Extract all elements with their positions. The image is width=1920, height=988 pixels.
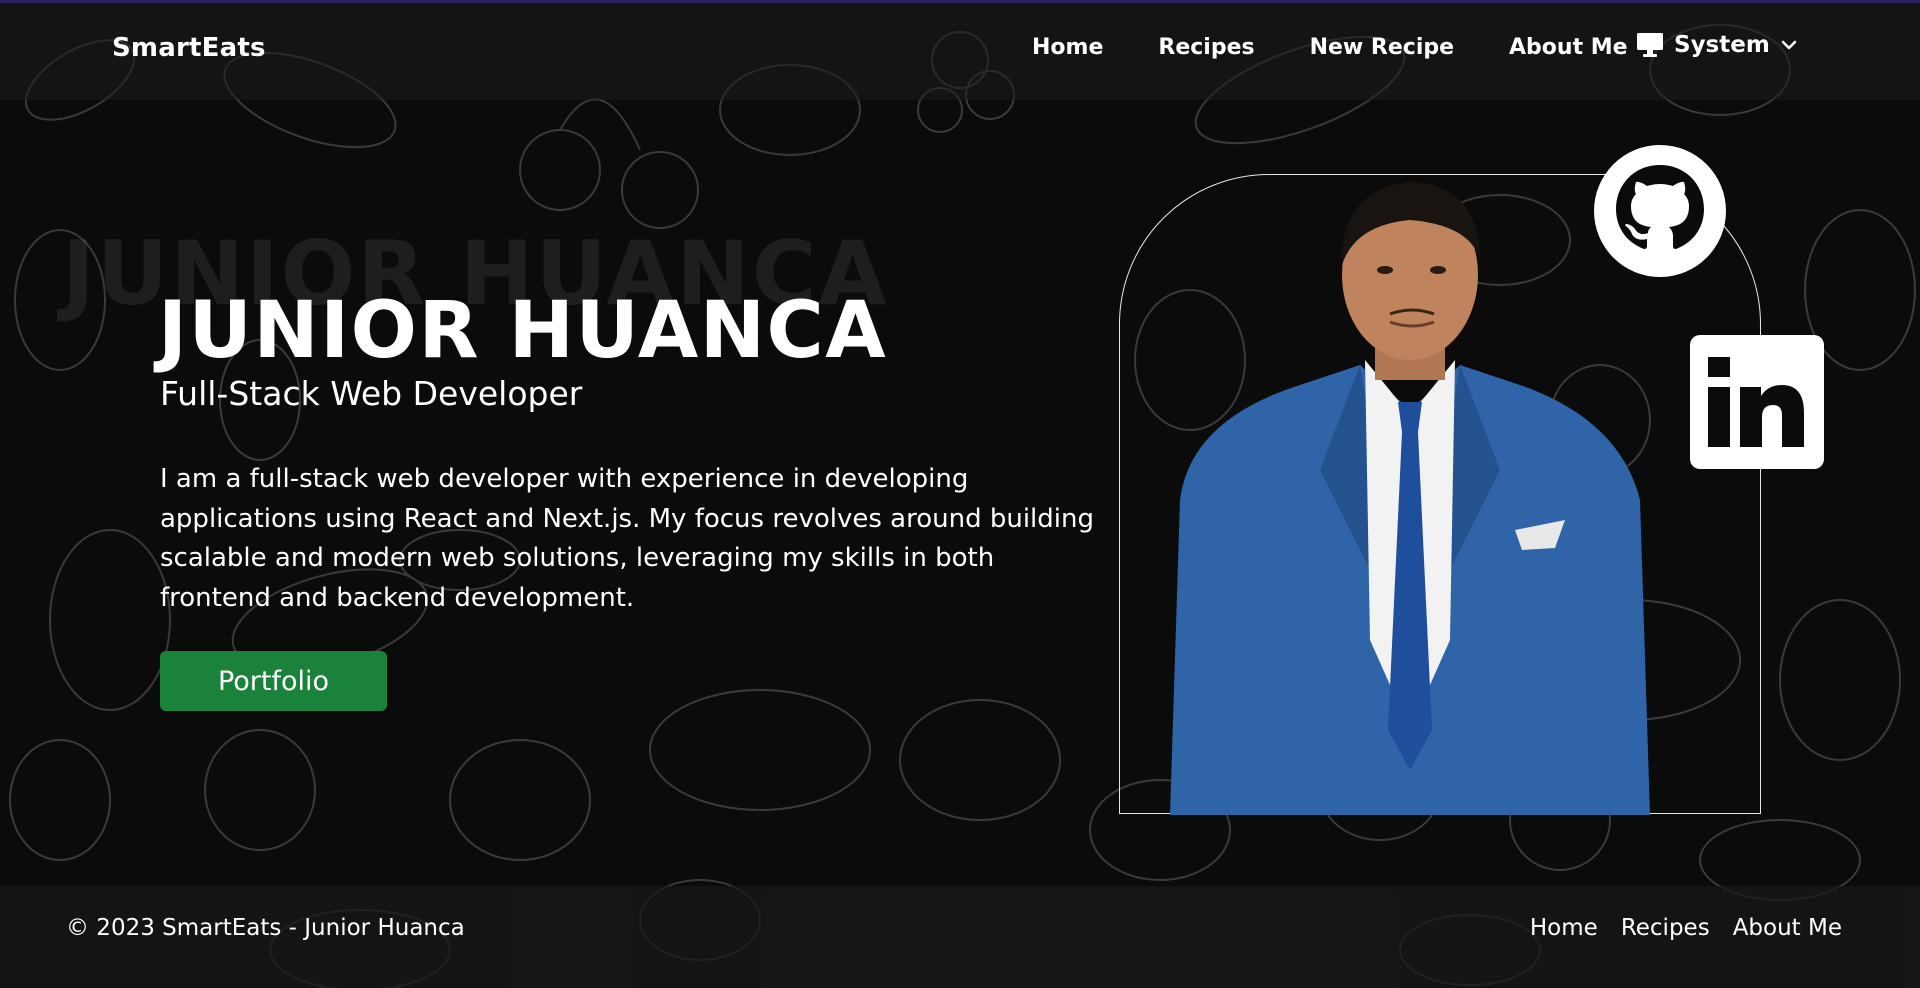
github-link[interactable] <box>1592 143 1728 279</box>
footer-link-about-me[interactable]: About Me <box>1733 915 1842 941</box>
monitor-icon <box>1637 33 1663 57</box>
chevron-down-icon <box>1781 40 1797 50</box>
hero-name: JUNIOR HUANCA <box>158 286 888 376</box>
footer-link-home[interactable]: Home <box>1530 915 1598 941</box>
theme-selector-label: System <box>1674 32 1770 58</box>
github-icon <box>1594 145 1726 277</box>
nav-link-about-me[interactable]: About Me <box>1509 35 1628 60</box>
footer-copyright: © 2023 SmartEats - Junior Huanca <box>66 915 465 941</box>
top-navbar: SmartEats Home Recipes New Recipe About … <box>0 3 1920 100</box>
linkedin-link[interactable] <box>1690 335 1824 469</box>
nav-link-new-recipe[interactable]: New Recipe <box>1310 35 1454 60</box>
nav-link-recipes[interactable]: Recipes <box>1158 35 1254 60</box>
main-nav: Home Recipes New Recipe About Me <box>1032 35 1683 60</box>
hero-bio: I am a full-stack web developer with exp… <box>160 464 1094 613</box>
hero-section: JUNIOR HUANCA JUNIOR HUANCA Full-Stack W… <box>0 100 1920 886</box>
nav-link-home[interactable]: Home <box>1032 35 1103 60</box>
theme-selector[interactable]: System <box>1636 32 1798 58</box>
footer-link-recipes[interactable]: Recipes <box>1621 915 1710 941</box>
footer-nav: Home Recipes About Me <box>1530 915 1842 941</box>
page-footer: © 2023 SmartEats - Junior Huanca Home Re… <box>0 886 1920 988</box>
portfolio-button[interactable]: Portfolio <box>160 651 387 711</box>
brand-logo[interactable]: SmartEats <box>112 33 266 63</box>
hero-role: Full-Stack Web Developer <box>160 374 583 413</box>
linkedin-icon <box>1690 335 1824 469</box>
